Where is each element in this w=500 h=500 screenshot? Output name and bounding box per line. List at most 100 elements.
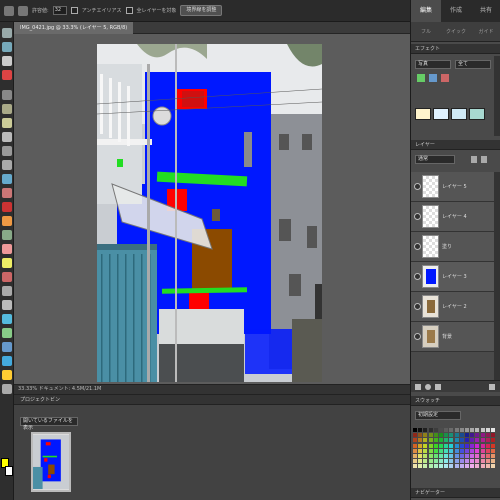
color-swatch[interactable]	[491, 438, 495, 443]
link-icon[interactable]	[435, 384, 441, 390]
visibility-eye-icon[interactable]	[414, 303, 421, 310]
color-swatch[interactable]	[480, 443, 485, 448]
color-swatch[interactable]	[444, 454, 449, 458]
color-swatch[interactable]	[439, 433, 443, 438]
crop-tool-icon[interactable]	[2, 160, 12, 170]
color-swatch[interactable]	[433, 454, 438, 458]
healing-brush-icon[interactable]	[2, 216, 12, 226]
color-swatch[interactable]	[485, 428, 490, 432]
color-swatch[interactable]	[480, 459, 485, 464]
color-swatch[interactable]	[449, 459, 454, 464]
photo-effect-icon[interactable]	[441, 74, 449, 82]
red-eye-icon[interactable]	[2, 202, 12, 212]
effect-thumb-3[interactable]	[451, 108, 467, 120]
color-swatch[interactable]	[465, 464, 469, 469]
color-swatch[interactable]	[470, 443, 475, 448]
marquee-tool-icon[interactable]	[2, 90, 12, 100]
color-swatch[interactable]	[433, 438, 438, 443]
color-swatch[interactable]	[470, 454, 475, 458]
color-swatch[interactable]	[475, 428, 480, 432]
color-swatch[interactable]	[439, 464, 443, 469]
color-swatch[interactable]	[423, 454, 428, 458]
blend-mode-dropdown[interactable]: 通常	[415, 155, 455, 164]
shape-tool-icon[interactable]	[2, 328, 12, 338]
quick-selection-icon[interactable]	[2, 132, 12, 142]
color-swatch[interactable]	[444, 464, 449, 469]
layer-row[interactable]: レイヤー 2	[411, 292, 500, 322]
color-swatch[interactable]	[449, 464, 454, 469]
gradient-icon[interactable]	[2, 314, 12, 324]
color-swatch[interactable]	[459, 433, 464, 438]
layer-style-icon[interactable]	[429, 74, 437, 82]
visibility-eye-icon[interactable]	[414, 213, 421, 220]
swatch-palette[interactable]	[413, 428, 497, 472]
refine-edge-button[interactable]: 境界線を調整	[180, 5, 223, 16]
color-swatch[interactable]	[423, 459, 428, 464]
effects-panel-header[interactable]: エフェクト	[411, 44, 500, 54]
color-swatch[interactable]	[449, 454, 454, 458]
color-swatch[interactable]	[454, 448, 459, 453]
color-swatch[interactable]	[454, 433, 459, 438]
effects-scrollbar[interactable]	[494, 56, 500, 136]
bin-show-dropdown[interactable]: 開いているファイルを表示	[20, 417, 78, 431]
color-swatch[interactable]	[418, 443, 423, 448]
color-swatch[interactable]	[470, 428, 475, 432]
color-swatch[interactable]	[439, 459, 443, 464]
filter-icon[interactable]	[417, 74, 425, 82]
color-swatch[interactable]	[423, 438, 428, 443]
color-swatch[interactable]	[449, 438, 454, 443]
color-swatch[interactable]	[475, 459, 480, 464]
color-swatch[interactable]	[433, 464, 438, 469]
color-swatch[interactable]	[418, 428, 423, 432]
color-swatch[interactable]	[428, 448, 433, 453]
color-swatch[interactable]	[465, 433, 469, 438]
text-tool-icon[interactable]	[2, 146, 12, 156]
color-swatch[interactable]	[459, 443, 464, 448]
color-swatch[interactable]	[475, 448, 480, 453]
color-swatch[interactable]	[475, 443, 480, 448]
color-swatch[interactable]	[485, 454, 490, 458]
color-swatch[interactable]	[485, 438, 490, 443]
delete-layer-icon[interactable]	[489, 384, 495, 390]
eraser-icon[interactable]	[2, 244, 12, 254]
color-swatch[interactable]	[449, 443, 454, 448]
color-swatch[interactable]	[475, 464, 480, 469]
color-swatch[interactable]	[428, 433, 433, 438]
color-swatch[interactable]	[418, 454, 423, 458]
sample-all-checkbox[interactable]	[125, 7, 133, 14]
color-swatch[interactable]	[449, 433, 454, 438]
paint-bucket-icon[interactable]	[2, 300, 12, 310]
color-swatch[interactable]	[444, 443, 449, 448]
color-swatch[interactable]	[439, 454, 443, 458]
color-swatch[interactable]	[428, 428, 433, 432]
subtab-quick[interactable]: クイック	[441, 22, 471, 41]
subtab-guided[interactable]: ガイド	[471, 22, 500, 41]
color-swatch[interactable]	[485, 459, 490, 464]
new-layer-icon[interactable]	[415, 384, 421, 390]
color-swatch[interactable]	[444, 428, 449, 432]
visibility-eye-icon[interactable]	[414, 243, 421, 250]
hand-tool-icon[interactable]	[2, 56, 12, 66]
color-swatch[interactable]	[439, 428, 443, 432]
tolerance-field[interactable]: 32	[52, 6, 67, 15]
color-swatch[interactable]	[459, 454, 464, 458]
color-swatch[interactable]	[459, 428, 464, 432]
color-swatch[interactable]	[470, 448, 475, 453]
color-swatch[interactable]	[480, 448, 485, 453]
color-swatch[interactable]	[470, 464, 475, 469]
anti-alias-checkbox[interactable]	[70, 7, 78, 14]
add-selection-icon[interactable]	[18, 5, 28, 16]
color-swatch[interactable]	[428, 454, 433, 458]
layer-row[interactable]: レイヤー 3	[411, 262, 500, 292]
color-swatch[interactable]	[485, 448, 490, 453]
color-swatch[interactable]	[480, 428, 485, 432]
color-swatch[interactable]	[459, 448, 464, 453]
color-swatch[interactable]	[444, 433, 449, 438]
color-swatch[interactable]	[413, 438, 417, 443]
color-swatch[interactable]	[454, 443, 459, 448]
color-swatch[interactable]	[433, 448, 438, 453]
color-swatch[interactable]	[470, 433, 475, 438]
visibility-eye-icon[interactable]	[414, 333, 421, 340]
color-swatch[interactable]	[449, 448, 454, 453]
color-swatch[interactable]	[485, 443, 490, 448]
